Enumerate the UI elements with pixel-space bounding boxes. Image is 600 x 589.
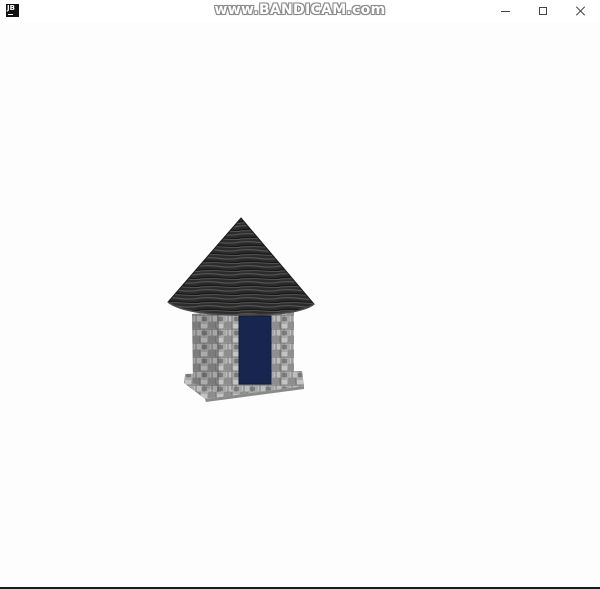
window-controls bbox=[486, 0, 600, 22]
title-bar[interactable]: JB www.BANDICAM.com bbox=[0, 0, 600, 22]
hut-door bbox=[238, 315, 272, 385]
maximize-button[interactable] bbox=[524, 0, 562, 22]
render-viewport[interactable] bbox=[0, 22, 600, 587]
close-button[interactable] bbox=[562, 0, 600, 22]
app-window: JB www.BANDICAM.com bbox=[0, 0, 600, 589]
app-icon[interactable]: JB bbox=[6, 4, 19, 17]
minimize-button[interactable] bbox=[486, 0, 524, 22]
app-icon-underline bbox=[8, 14, 13, 15]
hut-roof bbox=[167, 217, 315, 316]
close-icon bbox=[576, 6, 586, 16]
hut-scene bbox=[167, 217, 315, 402]
app-icon-label: JB bbox=[7, 4, 15, 12]
maximize-icon bbox=[539, 7, 547, 15]
minimize-icon bbox=[500, 10, 510, 12]
